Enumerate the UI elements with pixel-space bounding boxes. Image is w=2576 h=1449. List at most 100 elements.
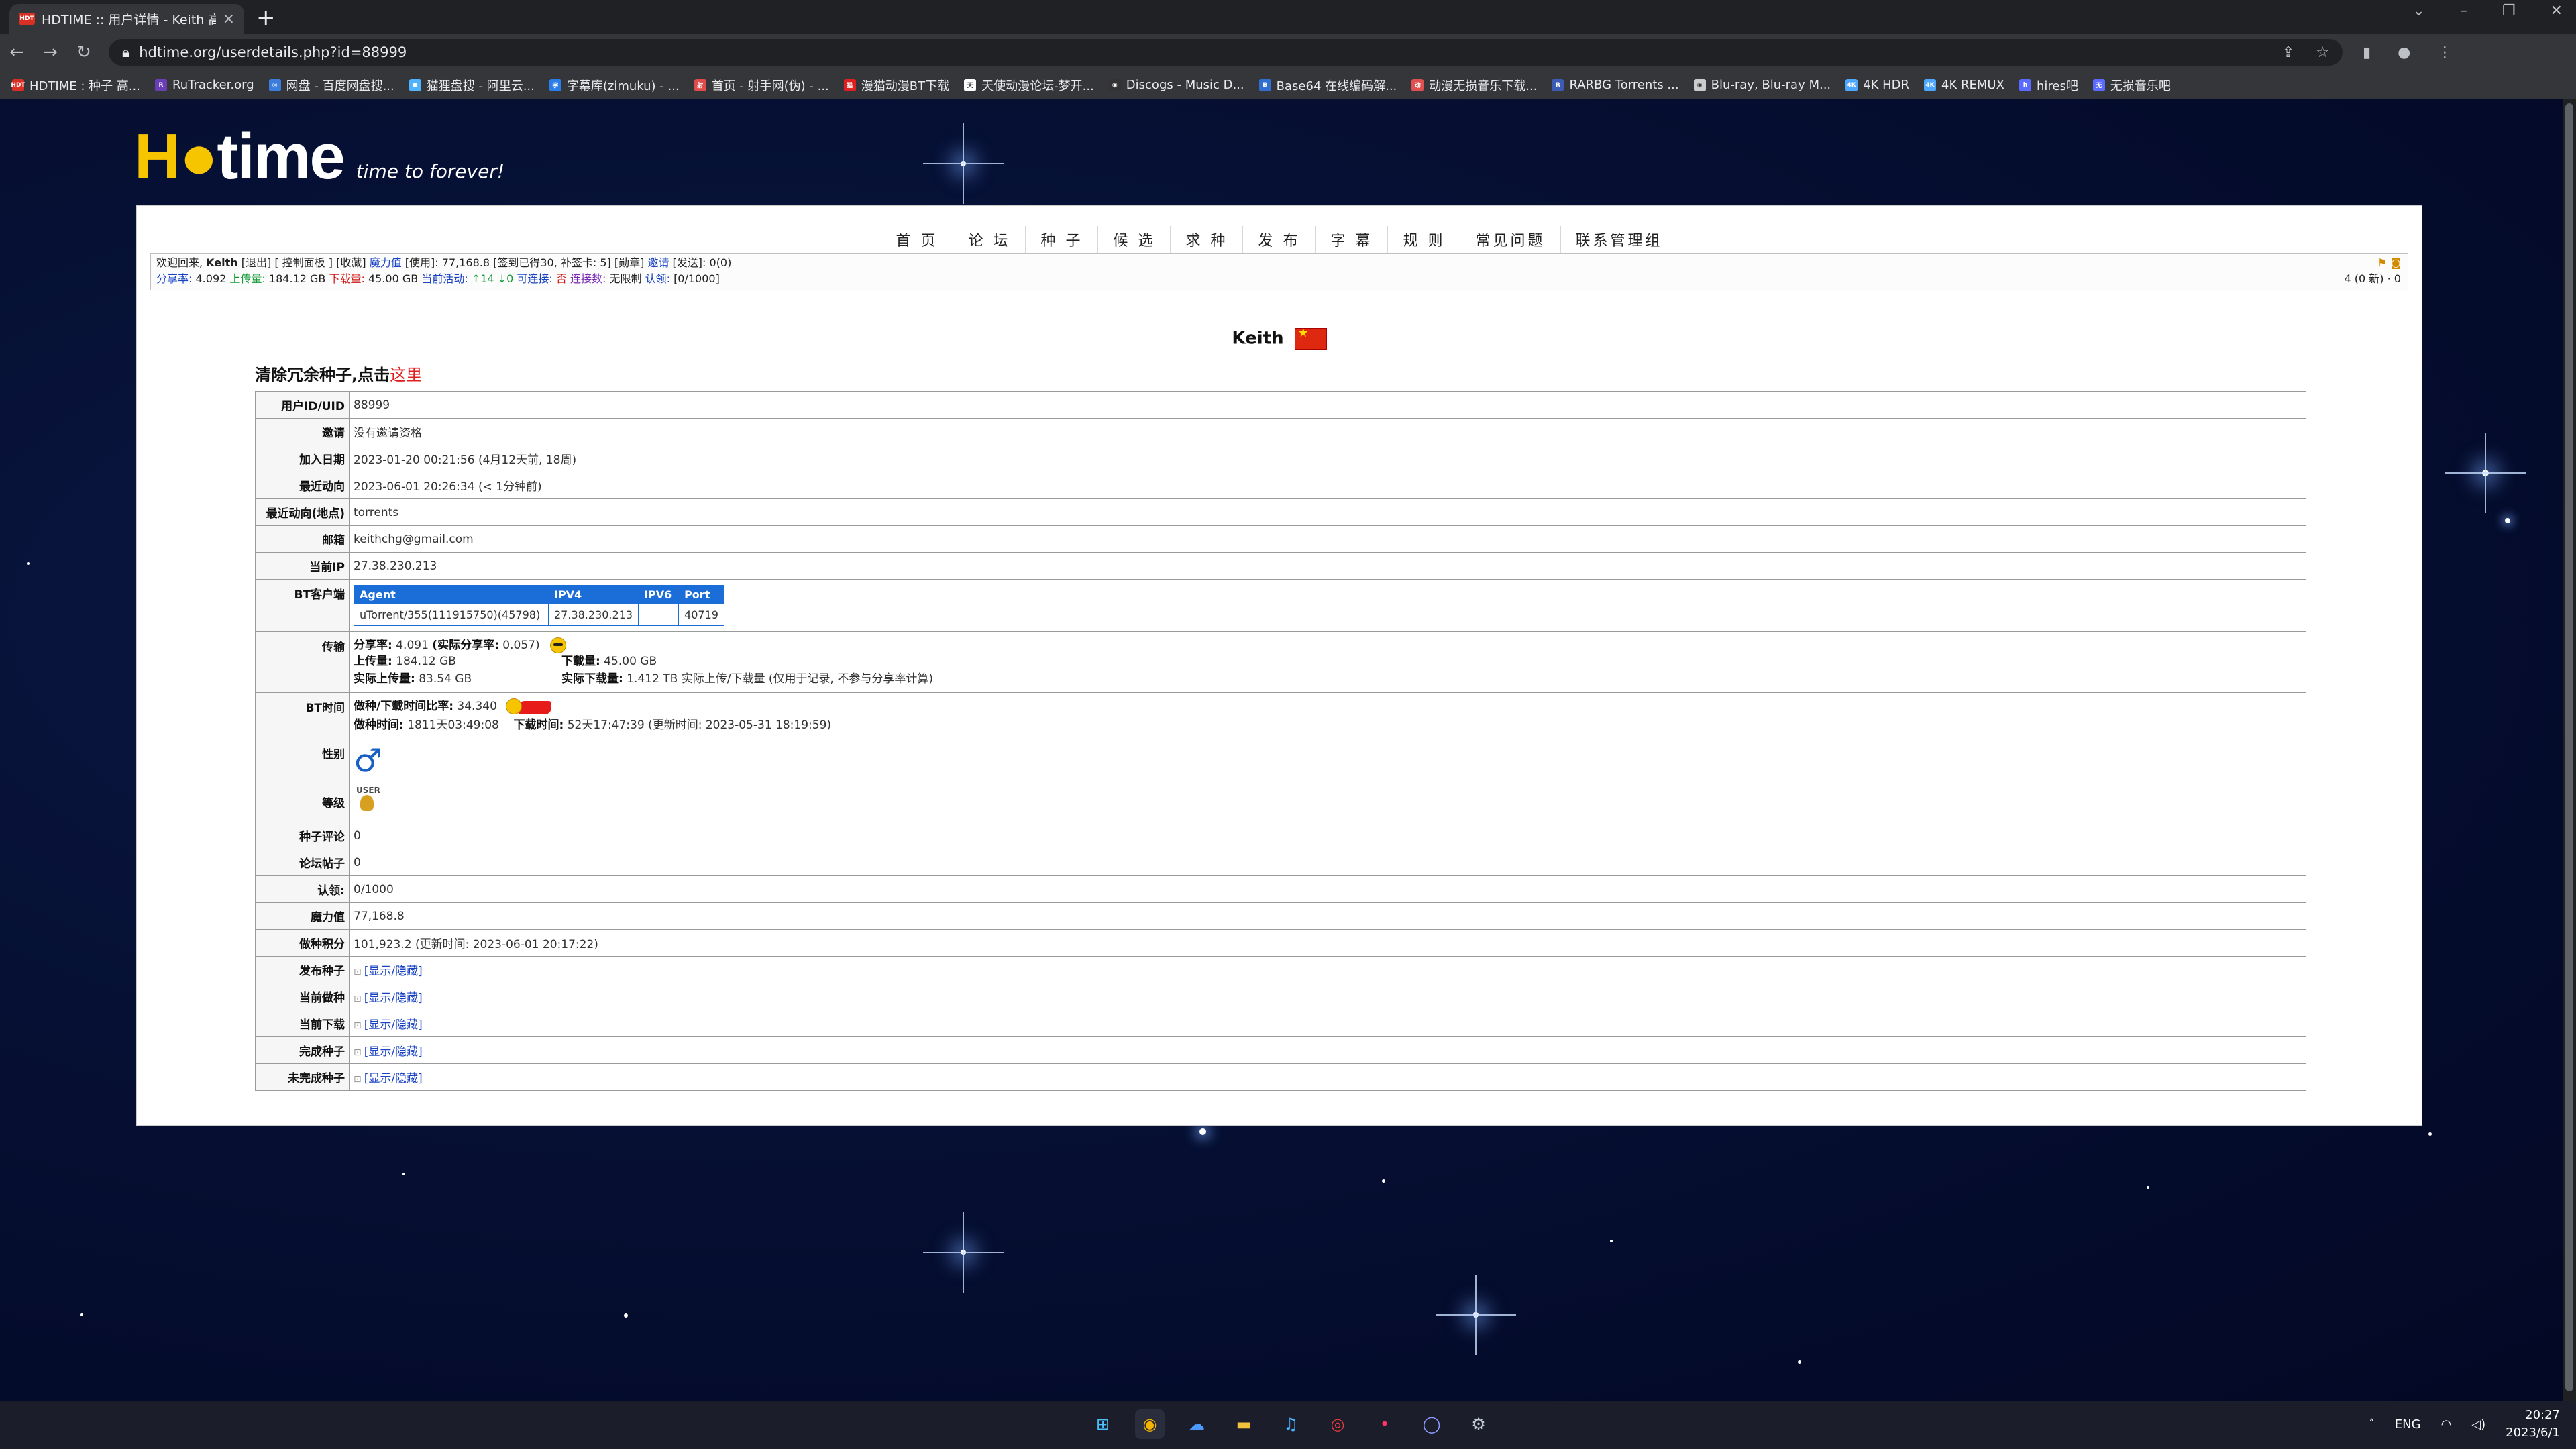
star-decoration — [1610, 1240, 1613, 1242]
toggle-text[interactable]: [显示/隐藏] — [364, 1072, 423, 1085]
netease-music-icon[interactable]: ◎ — [1323, 1409, 1352, 1439]
bookmark-item[interactable]: ◉ Discogs - Music D... — [1108, 78, 1244, 92]
published-toggle[interactable]: ⊡ [显示/隐藏] — [349, 956, 2306, 983]
table-row: 等级 USER — [255, 782, 2306, 822]
nav-link[interactable]: 发 布 — [1243, 226, 1316, 253]
bookmark-item[interactable]: 4K 4K REMUX — [1924, 78, 2004, 92]
email-value[interactable]: keithchg@gmail.com — [349, 525, 2306, 553]
star-decoration — [1436, 1275, 1516, 1355]
forward-arrow-icon[interactable]: → — [34, 42, 67, 62]
bookmark-item[interactable]: R RuTracker.org — [155, 78, 254, 92]
bookmark-item[interactable]: ◉ Blu-ray, Blu-ray M... — [1693, 78, 1831, 92]
app-dot-icon[interactable]: • — [1370, 1409, 1399, 1439]
nav-link[interactable]: 种 子 — [1026, 226, 1099, 253]
incomplete-toggle[interactable]: ⊡ [显示/隐藏] — [349, 1063, 2306, 1091]
wifi-icon[interactable]: ◠ — [2441, 1417, 2452, 1432]
ratio-label: 分享率: — [156, 272, 193, 285]
messages-count[interactable]: 4 (0 新) · 0 — [2345, 271, 2401, 287]
bookmark-star-icon[interactable]: ☆ — [2316, 44, 2329, 61]
bookmark-item[interactable]: 4K 4K HDR — [1845, 78, 1909, 92]
logo-wordmark: H●time — [134, 121, 345, 193]
control-links[interactable]: [退出] [ 控制面板 ] [收藏] — [241, 256, 366, 269]
table-row: 种子评论 0 — [255, 822, 2306, 849]
bookmark-item[interactable]: 射首页 - 射手网(伪) - ... — [694, 76, 829, 94]
settings-gear-icon[interactable]: ⚙ — [1464, 1409, 1493, 1439]
volume-icon[interactable]: ◁) — [2471, 1417, 2485, 1432]
table-row: 论坛帖子 0 — [255, 849, 2306, 876]
nav-link[interactable]: 求 种 — [1171, 226, 1244, 253]
bookmark-item[interactable]: 字字幕库(zimuku) - ... — [549, 76, 680, 94]
tab-close-icon[interactable]: × — [223, 11, 235, 28]
lock-icon[interactable]: 🔒︎ — [122, 44, 129, 61]
new-tab-plus-icon[interactable]: + — [256, 4, 276, 34]
transfer-label: 传输 — [255, 631, 350, 693]
seeding-toggle[interactable]: ⊡ [显示/隐藏] — [349, 983, 2306, 1010]
bookmark-favicon-icon: 天 — [964, 78, 977, 91]
bookmark-item[interactable]: ● 猫狸盘搜 - 阿里云... — [409, 76, 535, 94]
tab-hdtime[interactable]: HDT HDTIME :: 用户详情 - Keith 高清 × — [9, 4, 244, 34]
side-panel-icon[interactable]: ▮ — [2363, 44, 2371, 61]
bookmark-item[interactable]: 猫漫猫动漫BT下载 — [843, 76, 949, 94]
site-logo[interactable]: H●time time to forever! — [134, 125, 504, 189]
bookmark-item[interactable]: HDT HDTIME : 种子 高... — [11, 76, 140, 94]
user-rank-badge-icon: USER — [354, 786, 380, 814]
chrome-icon[interactable]: ◉ — [1135, 1409, 1165, 1439]
minimize-icon[interactable]: – — [2460, 3, 2467, 19]
profile-avatar-icon[interactable]: ● — [2398, 44, 2410, 61]
scrollbar-thumb[interactable] — [2565, 103, 2573, 1391]
uid-value: 88999 — [349, 391, 2306, 419]
join-date-value: 2023-01-20 00:21:56 (4月12天前, 18周) — [349, 445, 2306, 472]
table-row: 未完成种子 ⊡ [显示/隐藏] — [255, 1063, 2306, 1091]
bookmark-item[interactable]: 动动漫无损音乐下载... — [1411, 76, 1537, 94]
transfer-cell: 分享率: 4.091 (实际分享率: 0.057) 上传量: 184.12 GB… — [349, 631, 2306, 693]
info-username[interactable]: Keith — [206, 256, 238, 269]
nav-link[interactable]: 常见问题 — [1460, 226, 1561, 253]
restore-icon[interactable]: ❐ — [2502, 3, 2516, 19]
nav-link[interactable]: 候 选 — [1098, 226, 1171, 253]
magic-link[interactable]: 魔力值 — [370, 256, 402, 269]
file-explorer-icon[interactable]: ▬ — [1229, 1409, 1258, 1439]
windows-start-icon[interactable]: ⊞ — [1088, 1409, 1118, 1439]
bookmark-item[interactable]: 天天使动漫论坛-梦开... — [964, 76, 1094, 94]
ipv4-header: IPV4 — [547, 585, 639, 604]
bookmark-item[interactable]: R RARBG Torrents ... — [1552, 78, 1679, 92]
completed-label: 完成种子 — [255, 1036, 350, 1064]
nav-link[interactable]: 字 幕 — [1316, 226, 1389, 253]
nav-link[interactable]: 首 页 — [881, 226, 954, 253]
expand-box-icon: ⊡ — [354, 994, 362, 1004]
page-scrollbar[interactable] — [2563, 99, 2576, 1401]
bookmark-item[interactable]: ◎ 网盘 - 百度网盘搜... — [268, 76, 394, 94]
bt-update-time: (更新时间: 2023-05-31 18:19:59) — [648, 718, 832, 732]
toggle-text[interactable]: [显示/隐藏] — [364, 1018, 423, 1032]
bookmark-item[interactable]: B Base64 在线编码解... — [1258, 76, 1397, 94]
nav-link[interactable]: 联系管理组 — [1561, 226, 1678, 253]
tray-chevron-up-icon[interactable]: ˄ — [2369, 1417, 2375, 1432]
rss-icon[interactable]: ⚑ ◙ — [2377, 255, 2401, 271]
toggle-text[interactable]: [显示/隐藏] — [364, 965, 423, 978]
bookmark-item[interactable]: h hires吧 — [2019, 76, 2078, 94]
invite-link[interactable]: 邀请 — [647, 256, 669, 269]
nav-link[interactable]: 论 坛 — [953, 226, 1026, 253]
reload-icon[interactable]: ↻ — [67, 42, 101, 62]
close-window-icon[interactable]: ✕ — [2551, 3, 2563, 19]
leeching-toggle[interactable]: ⊡ [显示/隐藏] — [349, 1010, 2306, 1037]
input-language[interactable]: ENG — [2395, 1417, 2421, 1432]
omnibox[interactable]: 🔒︎ hdtime.org/userdetails.php?id=88999 ⇪… — [109, 39, 2343, 66]
table-row: 最近动向 2023-06-01 20:26:34 (< 1分钟前) — [255, 472, 2306, 499]
claim-label[interactable]: 认领: — [645, 272, 670, 285]
url-text[interactable]: hdtime.org/userdetails.php?id=88999 — [139, 44, 407, 60]
share-icon[interactable]: ⇪ — [2282, 44, 2294, 61]
music-app-icon[interactable]: ♫ — [1276, 1409, 1305, 1439]
back-arrow-icon[interactable]: ← — [0, 42, 34, 62]
menu-kebab-icon[interactable]: ⋮ — [2437, 44, 2452, 61]
clean-seeds-link[interactable]: 这里 — [390, 366, 422, 384]
circle-app-icon[interactable]: ◯ — [1417, 1409, 1446, 1439]
completed-toggle[interactable]: ⊡ [显示/隐藏] — [349, 1036, 2306, 1064]
bookmark-item[interactable]: 无无损音乐吧 — [2092, 76, 2171, 94]
clock[interactable]: 20:27 2023/6/1 — [2506, 1407, 2560, 1442]
onedrive-icon[interactable]: ☁ — [1182, 1409, 1212, 1439]
toggle-text[interactable]: [显示/隐藏] — [364, 991, 423, 1005]
toggle-text[interactable]: [显示/隐藏] — [364, 1045, 423, 1059]
tab-search-chevron-icon[interactable]: ⌄ — [2412, 3, 2424, 19]
nav-link[interactable]: 规 则 — [1388, 226, 1461, 253]
